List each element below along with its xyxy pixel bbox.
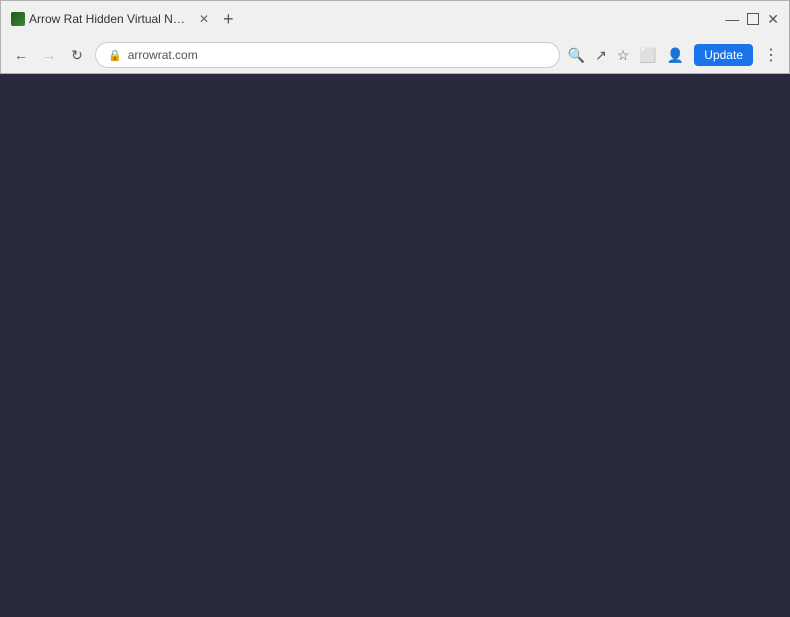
update-button[interactable]: Update: [694, 44, 753, 66]
toolbar-icons: 🔍 ↗ ☆ ⬜ 👤 Update ⋮: [568, 44, 779, 66]
tab-close-icon[interactable]: ✕: [199, 12, 209, 26]
profile-icon[interactable]: 👤: [667, 47, 684, 64]
share-icon[interactable]: ↗: [595, 47, 607, 64]
tab-favicon: [11, 12, 25, 26]
browser-frame: Arrow Rat Hidden Virtual Netwo... ✕ + — …: [0, 0, 790, 74]
lock-icon: 🔒: [108, 49, 122, 62]
address-input[interactable]: 🔒 arrowrat.com: [95, 42, 560, 68]
search-icon[interactable]: 🔍: [568, 47, 585, 64]
forward-button[interactable]: →: [39, 47, 59, 63]
extensions-icon[interactable]: ⬜: [639, 47, 656, 64]
restore-icon[interactable]: [747, 13, 759, 25]
tab-title: Arrow Rat Hidden Virtual Netwo...: [29, 12, 189, 26]
back-button[interactable]: ←: [11, 47, 31, 63]
new-tab-button[interactable]: +: [223, 9, 234, 30]
address-bar: ← → ↻ 🔒 arrowrat.com 🔍 ↗ ☆ ⬜ 👤 Update ⋮: [1, 37, 789, 73]
minimize-icon[interactable]: —: [725, 11, 739, 27]
close-icon[interactable]: ✕: [767, 11, 779, 28]
title-bar: Arrow Rat Hidden Virtual Netwo... ✕ + — …: [1, 1, 789, 37]
address-text: arrowrat.com: [128, 48, 198, 62]
menu-icon[interactable]: ⋮: [763, 45, 779, 65]
reload-button[interactable]: ↻: [67, 47, 87, 64]
bookmark-icon[interactable]: ☆: [617, 47, 630, 64]
